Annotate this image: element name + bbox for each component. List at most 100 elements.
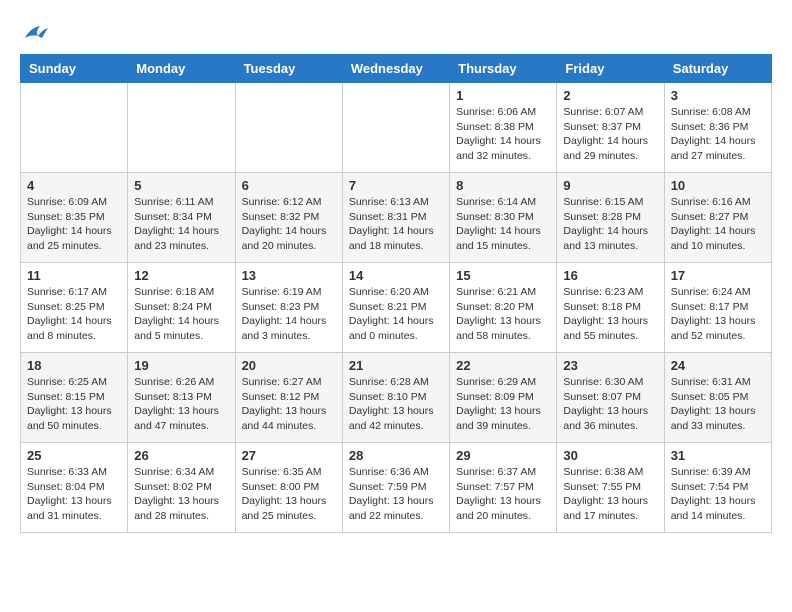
cell-info: Sunrise: 6:12 AMSunset: 8:32 PMDaylight:…	[242, 195, 336, 254]
cell-info: Sunrise: 6:13 AMSunset: 8:31 PMDaylight:…	[349, 195, 443, 254]
day-number: 3	[671, 88, 765, 103]
day-number: 7	[349, 178, 443, 193]
cell-info: Sunrise: 6:06 AMSunset: 8:38 PMDaylight:…	[456, 105, 550, 164]
calendar-cell: 19 Sunrise: 6:26 AMSunset: 8:13 PMDaylig…	[128, 353, 235, 443]
day-number: 25	[27, 448, 121, 463]
cell-info: Sunrise: 6:23 AMSunset: 8:18 PMDaylight:…	[563, 285, 657, 344]
cell-info: Sunrise: 6:19 AMSunset: 8:23 PMDaylight:…	[242, 285, 336, 344]
calendar-cell: 4 Sunrise: 6:09 AMSunset: 8:35 PMDayligh…	[21, 173, 128, 263]
cell-info: Sunrise: 6:09 AMSunset: 8:35 PMDaylight:…	[27, 195, 121, 254]
calendar-cell: 8 Sunrise: 6:14 AMSunset: 8:30 PMDayligh…	[450, 173, 557, 263]
day-number: 29	[456, 448, 550, 463]
day-number: 4	[27, 178, 121, 193]
calendar-cell: 27 Sunrise: 6:35 AMSunset: 8:00 PMDaylig…	[235, 443, 342, 533]
day-number: 1	[456, 88, 550, 103]
day-number: 23	[563, 358, 657, 373]
calendar-cell: 23 Sunrise: 6:30 AMSunset: 8:07 PMDaylig…	[557, 353, 664, 443]
day-number: 18	[27, 358, 121, 373]
calendar-cell: 22 Sunrise: 6:29 AMSunset: 8:09 PMDaylig…	[450, 353, 557, 443]
day-number: 2	[563, 88, 657, 103]
day-number: 16	[563, 268, 657, 283]
cell-info: Sunrise: 6:17 AMSunset: 8:25 PMDaylight:…	[27, 285, 121, 344]
calendar-cell: 29 Sunrise: 6:37 AMSunset: 7:57 PMDaylig…	[450, 443, 557, 533]
day-number: 31	[671, 448, 765, 463]
cell-info: Sunrise: 6:25 AMSunset: 8:15 PMDaylight:…	[27, 375, 121, 434]
cell-info: Sunrise: 6:28 AMSunset: 8:10 PMDaylight:…	[349, 375, 443, 434]
cell-info: Sunrise: 6:14 AMSunset: 8:30 PMDaylight:…	[456, 195, 550, 254]
cell-info: Sunrise: 6:36 AMSunset: 7:59 PMDaylight:…	[349, 465, 443, 524]
cell-info: Sunrise: 6:27 AMSunset: 8:12 PMDaylight:…	[242, 375, 336, 434]
calendar-cell: 7 Sunrise: 6:13 AMSunset: 8:31 PMDayligh…	[342, 173, 449, 263]
day-number: 30	[563, 448, 657, 463]
week-row-4: 18 Sunrise: 6:25 AMSunset: 8:15 PMDaylig…	[21, 353, 772, 443]
calendar-cell: 3 Sunrise: 6:08 AMSunset: 8:36 PMDayligh…	[664, 83, 771, 173]
day-number: 15	[456, 268, 550, 283]
day-number: 14	[349, 268, 443, 283]
calendar-cell: 31 Sunrise: 6:39 AMSunset: 7:54 PMDaylig…	[664, 443, 771, 533]
cell-info: Sunrise: 6:11 AMSunset: 8:34 PMDaylight:…	[134, 195, 228, 254]
calendar-cell: 21 Sunrise: 6:28 AMSunset: 8:10 PMDaylig…	[342, 353, 449, 443]
calendar-cell: 28 Sunrise: 6:36 AMSunset: 7:59 PMDaylig…	[342, 443, 449, 533]
calendar-cell: 18 Sunrise: 6:25 AMSunset: 8:15 PMDaylig…	[21, 353, 128, 443]
day-number: 6	[242, 178, 336, 193]
day-number: 11	[27, 268, 121, 283]
day-number: 10	[671, 178, 765, 193]
calendar-table: SundayMondayTuesdayWednesdayThursdayFrid…	[20, 54, 772, 533]
day-number: 27	[242, 448, 336, 463]
day-header-friday: Friday	[557, 55, 664, 83]
day-number: 12	[134, 268, 228, 283]
calendar-cell: 9 Sunrise: 6:15 AMSunset: 8:28 PMDayligh…	[557, 173, 664, 263]
calendar-cell: 14 Sunrise: 6:20 AMSunset: 8:21 PMDaylig…	[342, 263, 449, 353]
calendar-cell: 13 Sunrise: 6:19 AMSunset: 8:23 PMDaylig…	[235, 263, 342, 353]
cell-info: Sunrise: 6:20 AMSunset: 8:21 PMDaylight:…	[349, 285, 443, 344]
cell-info: Sunrise: 6:21 AMSunset: 8:20 PMDaylight:…	[456, 285, 550, 344]
cell-info: Sunrise: 6:16 AMSunset: 8:27 PMDaylight:…	[671, 195, 765, 254]
calendar-cell: 30 Sunrise: 6:38 AMSunset: 7:55 PMDaylig…	[557, 443, 664, 533]
day-number: 24	[671, 358, 765, 373]
day-number: 26	[134, 448, 228, 463]
calendar-cell: 2 Sunrise: 6:07 AMSunset: 8:37 PMDayligh…	[557, 83, 664, 173]
calendar-cell: 12 Sunrise: 6:18 AMSunset: 8:24 PMDaylig…	[128, 263, 235, 353]
calendar-cell: 16 Sunrise: 6:23 AMSunset: 8:18 PMDaylig…	[557, 263, 664, 353]
cell-info: Sunrise: 6:07 AMSunset: 8:37 PMDaylight:…	[563, 105, 657, 164]
cell-info: Sunrise: 6:24 AMSunset: 8:17 PMDaylight:…	[671, 285, 765, 344]
calendar-cell: 17 Sunrise: 6:24 AMSunset: 8:17 PMDaylig…	[664, 263, 771, 353]
day-header-saturday: Saturday	[664, 55, 771, 83]
cell-info: Sunrise: 6:30 AMSunset: 8:07 PMDaylight:…	[563, 375, 657, 434]
calendar-cell	[21, 83, 128, 173]
day-number: 9	[563, 178, 657, 193]
calendar-cell: 15 Sunrise: 6:21 AMSunset: 8:20 PMDaylig…	[450, 263, 557, 353]
day-number: 20	[242, 358, 336, 373]
cell-info: Sunrise: 6:15 AMSunset: 8:28 PMDaylight:…	[563, 195, 657, 254]
cell-info: Sunrise: 6:08 AMSunset: 8:36 PMDaylight:…	[671, 105, 765, 164]
calendar-cell	[235, 83, 342, 173]
day-number: 17	[671, 268, 765, 283]
calendar-cell: 24 Sunrise: 6:31 AMSunset: 8:05 PMDaylig…	[664, 353, 771, 443]
cell-info: Sunrise: 6:34 AMSunset: 8:02 PMDaylight:…	[134, 465, 228, 524]
cell-info: Sunrise: 6:35 AMSunset: 8:00 PMDaylight:…	[242, 465, 336, 524]
calendar-cell	[342, 83, 449, 173]
calendar-cell: 6 Sunrise: 6:12 AMSunset: 8:32 PMDayligh…	[235, 173, 342, 263]
cell-info: Sunrise: 6:39 AMSunset: 7:54 PMDaylight:…	[671, 465, 765, 524]
day-number: 22	[456, 358, 550, 373]
week-row-3: 11 Sunrise: 6:17 AMSunset: 8:25 PMDaylig…	[21, 263, 772, 353]
cell-info: Sunrise: 6:38 AMSunset: 7:55 PMDaylight:…	[563, 465, 657, 524]
cell-info: Sunrise: 6:31 AMSunset: 8:05 PMDaylight:…	[671, 375, 765, 434]
day-header-thursday: Thursday	[450, 55, 557, 83]
cell-info: Sunrise: 6:37 AMSunset: 7:57 PMDaylight:…	[456, 465, 550, 524]
logo-icon	[20, 20, 50, 44]
day-header-sunday: Sunday	[21, 55, 128, 83]
day-number: 21	[349, 358, 443, 373]
day-header-tuesday: Tuesday	[235, 55, 342, 83]
day-header-wednesday: Wednesday	[342, 55, 449, 83]
header-row: SundayMondayTuesdayWednesdayThursdayFrid…	[21, 55, 772, 83]
logo	[20, 20, 54, 44]
cell-info: Sunrise: 6:26 AMSunset: 8:13 PMDaylight:…	[134, 375, 228, 434]
calendar-cell: 10 Sunrise: 6:16 AMSunset: 8:27 PMDaylig…	[664, 173, 771, 263]
week-row-1: 1 Sunrise: 6:06 AMSunset: 8:38 PMDayligh…	[21, 83, 772, 173]
day-header-monday: Monday	[128, 55, 235, 83]
cell-info: Sunrise: 6:29 AMSunset: 8:09 PMDaylight:…	[456, 375, 550, 434]
calendar-cell	[128, 83, 235, 173]
day-number: 19	[134, 358, 228, 373]
calendar-cell: 1 Sunrise: 6:06 AMSunset: 8:38 PMDayligh…	[450, 83, 557, 173]
